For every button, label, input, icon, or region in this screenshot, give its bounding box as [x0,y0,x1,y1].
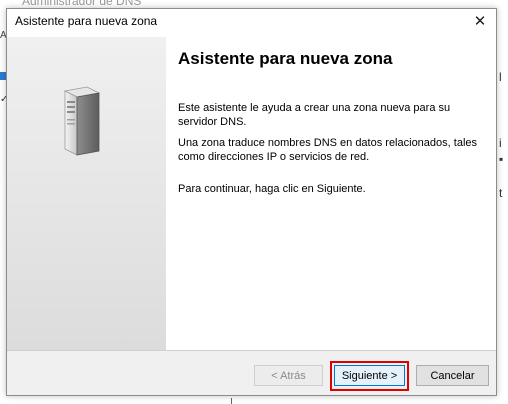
back-button[interactable]: < Atrás [254,365,323,386]
dialog-titlebar[interactable]: Asistente para nueva zona ✕ [7,9,496,35]
background-right-glyph: l [499,70,502,84]
dialog-title: Asistente para nueva zona [15,14,158,28]
wizard-intro-text: Este asistente le ayuda a crear una zona… [178,102,451,128]
wizard-footer: < Atrás Siguiente > Cancelar [7,351,496,395]
background-divider [231,398,232,404]
background-right-glyph: ▪ [499,152,504,166]
wizard-content: Asistente para nueva zona Este asistente… [7,37,496,350]
close-button[interactable]: ✕ [466,9,494,33]
background-window-title: Administrador de DNS [22,0,142,8]
next-button[interactable]: Siguiente > [334,365,405,386]
wizard-continue-instruction: Para continuar, haga clic en Siguiente. [178,183,366,195]
wizard-heading: Asistente para nueva zona [178,49,393,68]
wizard-zone-description: Una zona traduce nombres DNS en datos re… [178,137,478,163]
wizard-sidebar [7,37,166,350]
background-right-edge: l i ▪ t [497,30,508,230]
server-icon [63,86,101,156]
background-right-glyph: i [499,136,502,150]
cancel-button[interactable]: Cancelar [416,365,489,386]
wizard-main-panel: Asistente para nueva zona Este asistente… [166,37,496,350]
new-zone-wizard-dialog: Asistente para nueva zona ✕ Asistente pa… [6,8,497,396]
close-icon: ✕ [473,13,487,30]
background-right-glyph: t [499,186,503,200]
